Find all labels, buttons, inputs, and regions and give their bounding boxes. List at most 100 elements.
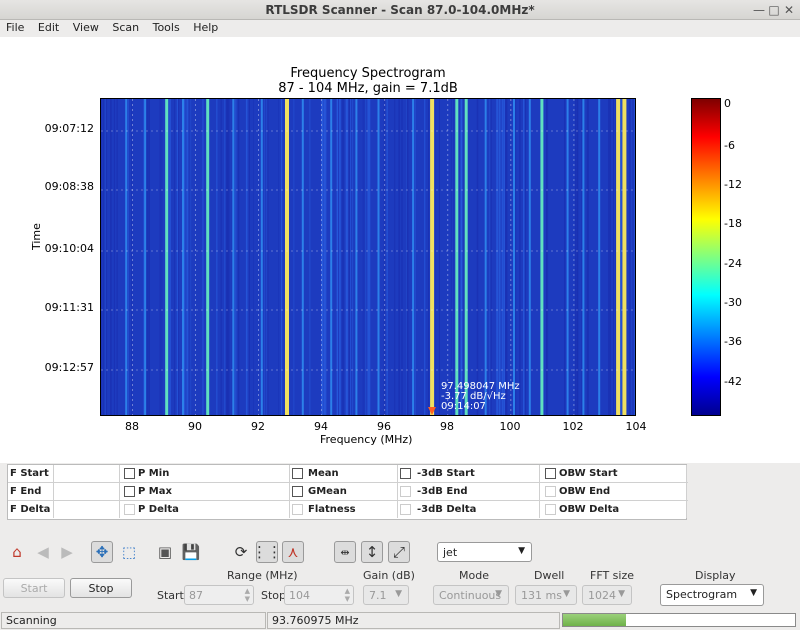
noise-line — [435, 99, 437, 415]
mode-select[interactable]: Continuous ▼ — [433, 585, 509, 605]
noise-line — [463, 99, 465, 415]
back-icon[interactable]: ◀ — [32, 541, 54, 563]
noise-line — [398, 99, 400, 415]
measure-label: GMean — [290, 483, 398, 500]
noise-line — [131, 99, 133, 415]
refresh-icon[interactable]: ⟳ — [230, 541, 252, 563]
noise-line — [362, 99, 364, 415]
gain-select[interactable]: 7.1 ▼ — [363, 585, 409, 605]
strong-signal-line — [622, 99, 627, 415]
signal-line — [377, 99, 380, 415]
spin-arrows-icon[interactable]: ▲ ▼ — [245, 587, 250, 603]
spin-arrows-icon[interactable]: ▲ ▼ — [345, 587, 350, 603]
y-tick-label: 09:08:38 — [44, 180, 94, 193]
fft-size-value: 1024 — [588, 589, 616, 602]
close-icon[interactable]: ✕ — [782, 3, 796, 17]
noise-line — [453, 99, 454, 415]
start-frequency-value: 87 — [189, 589, 203, 602]
forward-icon[interactable]: ▶ — [56, 541, 78, 563]
start-frequency-input[interactable]: 87 ▲ ▼ — [184, 585, 254, 605]
minimize-icon[interactable]: — — [752, 3, 766, 17]
3db-start-checkbox[interactable] — [400, 468, 411, 479]
noise-line — [564, 99, 566, 415]
menu-help[interactable]: Help — [189, 20, 222, 35]
obw-start-checkbox[interactable] — [545, 468, 556, 479]
subplots-icon[interactable]: ▣ — [154, 541, 176, 563]
dwell-select[interactable]: 131 ms ▼ — [515, 585, 577, 605]
noise-line — [224, 99, 226, 415]
display-select[interactable]: Spectrogram ▼ — [660, 584, 764, 606]
scan-progress-bar — [562, 613, 796, 627]
measure-label: Mean — [290, 465, 398, 482]
noise-line — [414, 99, 416, 415]
measure-label: -3dB Start — [398, 465, 540, 482]
chevron-down-icon: ▼ — [495, 589, 502, 599]
noise-line — [105, 99, 108, 415]
p-max-checkbox[interactable] — [124, 486, 135, 497]
noise-line — [309, 99, 311, 415]
scale-vertical-icon[interactable]: ↕ — [361, 541, 383, 563]
fft-size-select[interactable]: 1024 ▼ — [582, 585, 632, 605]
strong-signal-line — [285, 99, 289, 415]
noise-line — [352, 99, 354, 415]
colormap-value: jet — [443, 546, 458, 559]
home-icon[interactable]: ⌂ — [6, 541, 28, 563]
menu-edit[interactable]: Edit — [34, 20, 63, 35]
obw-end-checkbox[interactable] — [545, 486, 556, 497]
noise-line — [147, 99, 148, 415]
stop-button[interactable]: Stop — [70, 578, 132, 598]
maximize-icon[interactable]: □ — [767, 3, 781, 17]
x-tick-label: 92 — [251, 420, 265, 433]
noise-line — [116, 99, 118, 415]
noise-line — [620, 99, 622, 415]
noise-line — [186, 99, 189, 415]
display-value: Spectrogram — [666, 588, 738, 601]
grid-icon[interactable]: ⋮⋮ — [252, 541, 282, 563]
pan-icon[interactable]: ✥ — [91, 541, 113, 563]
noise-line — [401, 99, 403, 415]
colorbar-tick: -6 — [724, 139, 735, 152]
peak-icon[interactable]: ⋏ — [282, 541, 304, 563]
noise-line — [237, 99, 240, 415]
y-tick-label: 09:07:12 — [44, 122, 94, 135]
measurement-table: F Start P Min Mean -3dB Start OBW Start … — [7, 464, 688, 520]
annotation-time: 09:14:07 — [441, 401, 486, 412]
menu-tools[interactable]: Tools — [149, 20, 184, 35]
strong-signal-line — [464, 99, 468, 415]
scale-both-icon[interactable]: ⤢ — [388, 541, 410, 563]
noise-line — [113, 99, 115, 415]
noise-line — [581, 99, 583, 415]
table-row: F Delta P Delta Flatness -3dB Delta OBW … — [8, 501, 688, 519]
flatness-checkbox[interactable] — [292, 504, 303, 515]
noise-line — [461, 99, 463, 415]
mean-checkbox[interactable] — [292, 468, 303, 479]
measure-label: -3dB Delta — [398, 501, 540, 518]
signal-line — [484, 99, 487, 415]
window-titlebar: RTLSDR Scanner - Scan 87.0-104.0MHz* — □… — [0, 0, 800, 20]
noise-line — [169, 99, 171, 415]
3db-end-checkbox[interactable] — [400, 486, 411, 497]
noise-line — [347, 99, 350, 415]
y-tick-label: 09:10:04 — [44, 242, 94, 255]
stop-frequency-input[interactable]: 104 ▲ ▼ — [284, 585, 354, 605]
gmean-checkbox[interactable] — [292, 486, 303, 497]
noise-line — [235, 99, 237, 415]
menu-scan[interactable]: Scan — [108, 20, 143, 35]
colormap-select[interactable]: jet ▼ — [437, 542, 532, 562]
scale-horizontal-icon[interactable]: ⇹ — [334, 541, 356, 563]
3db-delta-checkbox[interactable] — [400, 504, 411, 515]
noise-line — [339, 99, 341, 415]
obw-delta-checkbox[interactable] — [545, 504, 556, 515]
menu-file[interactable]: File — [2, 20, 28, 35]
noise-line — [631, 99, 634, 415]
mode-value: Continuous — [439, 589, 502, 602]
x-tick-label: 104 — [625, 420, 647, 433]
menu-view[interactable]: View — [69, 20, 103, 35]
start-button[interactable]: Start — [3, 578, 65, 598]
p-delta-checkbox[interactable] — [124, 504, 135, 515]
zoom-icon[interactable]: ⬚ — [118, 541, 140, 563]
spectrogram-plot[interactable] — [100, 98, 636, 416]
save-icon[interactable]: 💾 — [180, 541, 202, 563]
p-min-checkbox[interactable] — [124, 468, 135, 479]
noise-line — [505, 99, 507, 415]
